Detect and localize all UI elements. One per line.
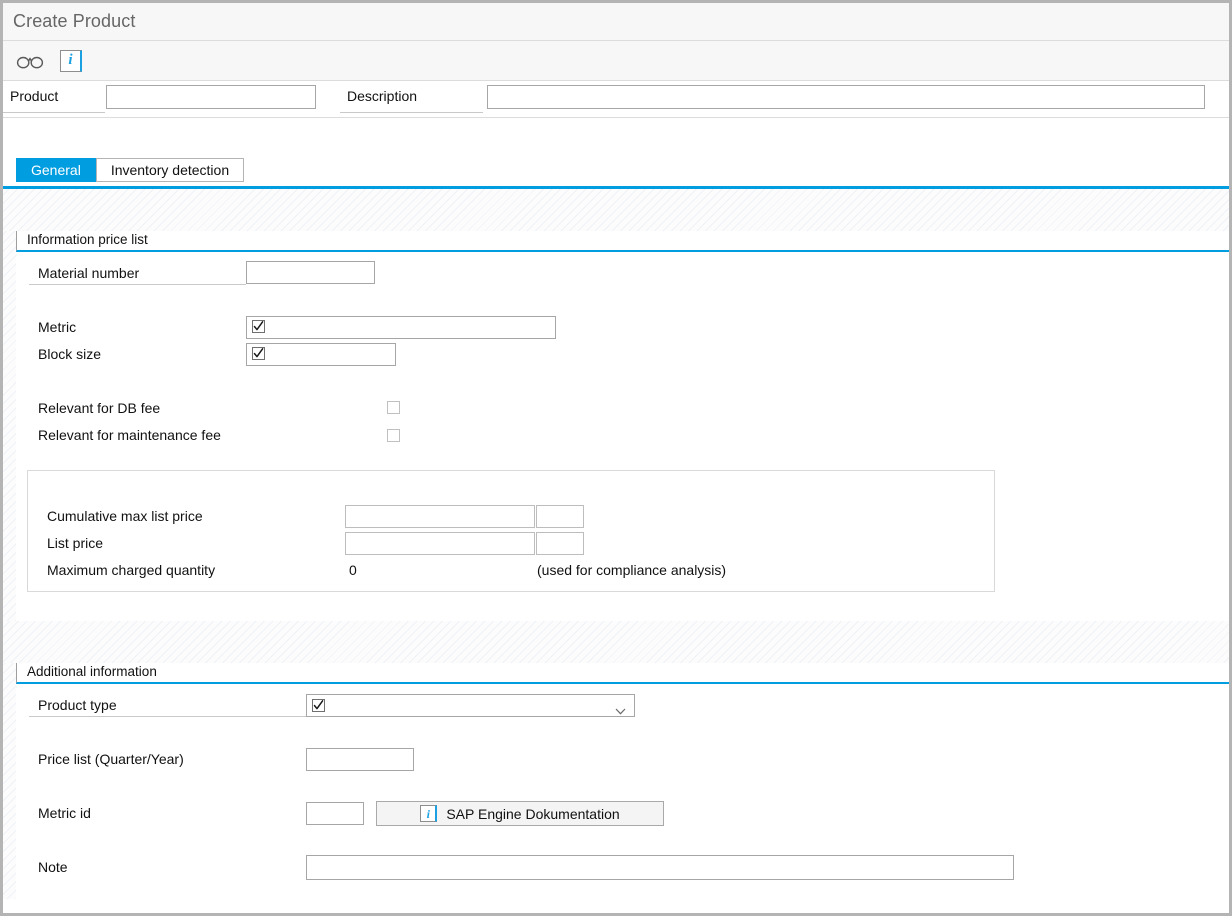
list-price-input[interactable] [345, 532, 535, 555]
tab-general[interactable]: General [16, 158, 96, 182]
cumulative-max-list-price-input[interactable] [345, 505, 535, 528]
list-price-currency-input[interactable] [536, 532, 584, 555]
cumulative-max-list-price-currency-input[interactable] [536, 505, 584, 528]
general-tab-panel: Information price list Material number M… [3, 186, 1229, 899]
block-size-label: Block size [38, 346, 102, 362]
product-type-checkmark-icon [312, 699, 325, 712]
metric-id-label: Metric id [38, 805, 91, 821]
toolbar: i [3, 41, 1229, 81]
product-type-select[interactable] [306, 694, 635, 717]
display-glasses-button[interactable] [16, 50, 44, 72]
section-header-information-price-list: Information price list [16, 231, 1229, 252]
information-icon: i [60, 49, 82, 72]
title-bar: Create Product [3, 3, 1229, 41]
tab-general-label: General [31, 162, 81, 178]
metric-checkmark-icon [252, 320, 265, 333]
description-label: Description [347, 88, 418, 104]
sap-engine-documentation-button[interactable]: i SAP Engine Dokumentation [376, 801, 664, 826]
chevron-down-icon [615, 702, 626, 720]
relevant-db-fee-checkbox[interactable] [387, 401, 400, 414]
create-product-window: Create Product i Product Description Gen… [0, 0, 1232, 916]
block-size-checkmark-icon [252, 347, 265, 360]
maximum-charged-quantity-value: 0 [349, 562, 357, 578]
glasses-icon [16, 56, 44, 68]
price-list-left-gutter [3, 231, 16, 621]
section-title-additional-information: Additional information [27, 664, 157, 679]
additional-info-left-gutter [3, 663, 16, 899]
relevant-maintenance-fee-label: Relevant for maintenance fee [38, 427, 221, 443]
information-button[interactable]: i [60, 49, 82, 72]
material-number-label: Material number [38, 265, 140, 281]
section-title-information-price-list: Information price list [27, 232, 148, 247]
product-type-label: Product type [38, 697, 117, 713]
section-header-additional-information: Additional information [16, 663, 1229, 684]
sap-engine-information-icon-glyph: i [426, 806, 431, 821]
product-label-underline [3, 112, 105, 113]
product-label: Product [10, 88, 59, 104]
tab-strip: General Inventory detection [3, 152, 1229, 188]
price-list-quarter-year-label: Price list (Quarter/Year) [38, 751, 184, 767]
header-spacer [3, 118, 1229, 152]
product-input[interactable] [106, 85, 316, 109]
material-number-input[interactable] [246, 261, 375, 284]
block-size-input[interactable] [246, 343, 396, 366]
metric-label: Metric [38, 319, 77, 335]
compliance-analysis-note: (used for compliance analysis) [537, 562, 727, 578]
page-title: Create Product [13, 11, 136, 31]
description-input[interactable] [487, 85, 1205, 109]
material-number-label-underline [29, 284, 246, 285]
cumulative-max-list-price-label: Cumulative max list price [47, 508, 203, 524]
price-list-quarter-year-input[interactable] [306, 748, 414, 771]
metric-input[interactable] [246, 316, 556, 339]
relevant-db-fee-label: Relevant for DB fee [38, 400, 161, 416]
description-label-underline [340, 112, 483, 113]
sap-engine-information-icon: i [420, 805, 438, 822]
tab-inventory-detection-label: Inventory detection [110, 162, 230, 178]
information-icon-glyph: i [68, 52, 73, 68]
note-input[interactable] [306, 855, 1014, 880]
tab-inventory-detection[interactable]: Inventory detection [95, 158, 245, 182]
relevant-maintenance-fee-checkbox[interactable] [387, 429, 400, 442]
header-fields-row: Product Description [3, 81, 1229, 118]
maximum-charged-quantity-label: Maximum charged quantity [47, 562, 216, 578]
product-type-label-underline [29, 716, 306, 717]
list-price-label: List price [47, 535, 104, 551]
note-label: Note [38, 859, 68, 875]
sap-engine-documentation-button-label: SAP Engine Dokumentation [446, 805, 620, 822]
metric-id-input[interactable] [306, 802, 364, 825]
